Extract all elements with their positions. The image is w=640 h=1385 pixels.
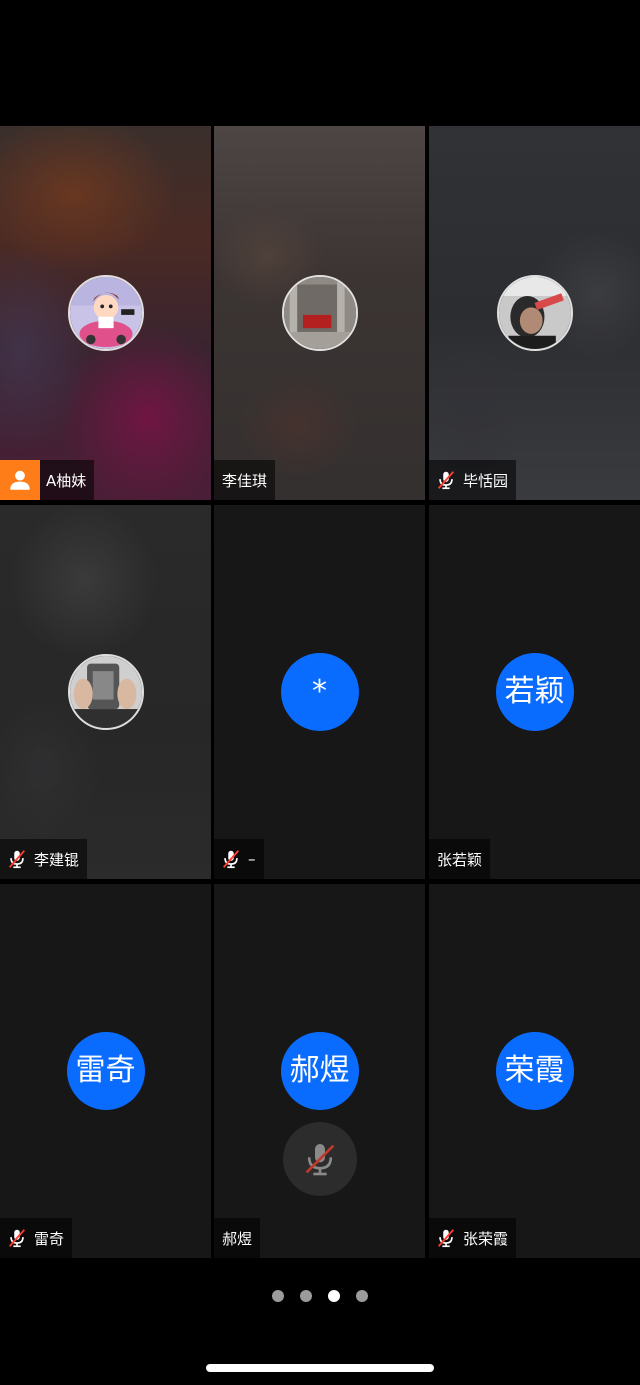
participant-namebar: 雷奇	[0, 1218, 73, 1258]
participant-tile[interactable]: 若颖 张若颖	[429, 505, 640, 879]
participant-name: 郝煜	[222, 1229, 253, 1248]
participant-name: 张若颖	[437, 850, 483, 869]
participant-initials: 荣霞	[495, 1032, 574, 1110]
video-grid: A柚妹 李佳琪 毕恬园 李建锟 * – 若颖 张若颖 雷奇 雷奇 郝煜 郝煜 荣…	[0, 126, 640, 1258]
participant-tile[interactable]: 雷奇 雷奇	[0, 884, 211, 1258]
participant-avatar	[496, 275, 573, 351]
participant-tile[interactable]: 毕恬园	[429, 126, 640, 500]
participant-name: –	[248, 850, 256, 868]
mic-off-icon	[0, 839, 28, 879]
participant-avatar	[67, 275, 144, 351]
page-indicator[interactable]	[0, 1290, 640, 1304]
participant-name: A柚妹	[46, 471, 87, 490]
participant-avatar	[67, 654, 144, 730]
participant-initials: 雷奇	[66, 1032, 145, 1110]
participant-namebar: A柚妹	[0, 460, 95, 500]
participant-avatar	[281, 275, 358, 351]
mic-off-icon	[214, 839, 242, 879]
page-dot[interactable]	[300, 1290, 312, 1302]
mic-off-icon	[429, 1218, 457, 1258]
mute-toggle-button[interactable]	[282, 1122, 357, 1196]
page-dot[interactable]	[356, 1290, 368, 1302]
mic-off-icon	[0, 1218, 28, 1258]
participant-name: 张荣霞	[463, 1229, 509, 1248]
participant-name: 李建锟	[34, 850, 80, 869]
participant-namebar: 李建锟	[0, 839, 88, 879]
mic-off-icon	[305, 1144, 334, 1176]
participant-namebar: 李佳琪	[214, 460, 276, 500]
mic-off-icon	[429, 460, 457, 500]
person-icon	[0, 460, 40, 500]
participant-name: 毕恬园	[463, 471, 509, 490]
participant-tile[interactable]: 郝煜 郝煜	[214, 884, 425, 1258]
participant-tile[interactable]: 荣霞 张荣霞	[429, 884, 640, 1258]
participant-name: 李佳琪	[222, 471, 268, 490]
participant-name: 雷奇	[34, 1229, 65, 1248]
participant-namebar: 郝煜	[214, 1218, 261, 1258]
home-indicator[interactable]	[206, 1364, 434, 1372]
participant-tile[interactable]: A柚妹	[0, 126, 211, 500]
page-dot-active[interactable]	[328, 1290, 340, 1302]
participant-namebar: 毕恬园	[429, 460, 517, 500]
participant-initials: 若颖	[495, 653, 574, 731]
participant-tile[interactable]: * –	[214, 505, 425, 879]
participant-initials: 郝煜	[280, 1032, 359, 1110]
participant-namebar: 张荣霞	[429, 1218, 517, 1258]
participant-tile[interactable]: 李建锟	[0, 505, 211, 879]
participant-namebar: 张若颖	[429, 839, 491, 879]
participant-tile[interactable]: 李佳琪	[214, 126, 425, 500]
participant-namebar: –	[214, 839, 264, 879]
participant-initials: *	[280, 653, 359, 731]
page-dot[interactable]	[272, 1290, 284, 1302]
